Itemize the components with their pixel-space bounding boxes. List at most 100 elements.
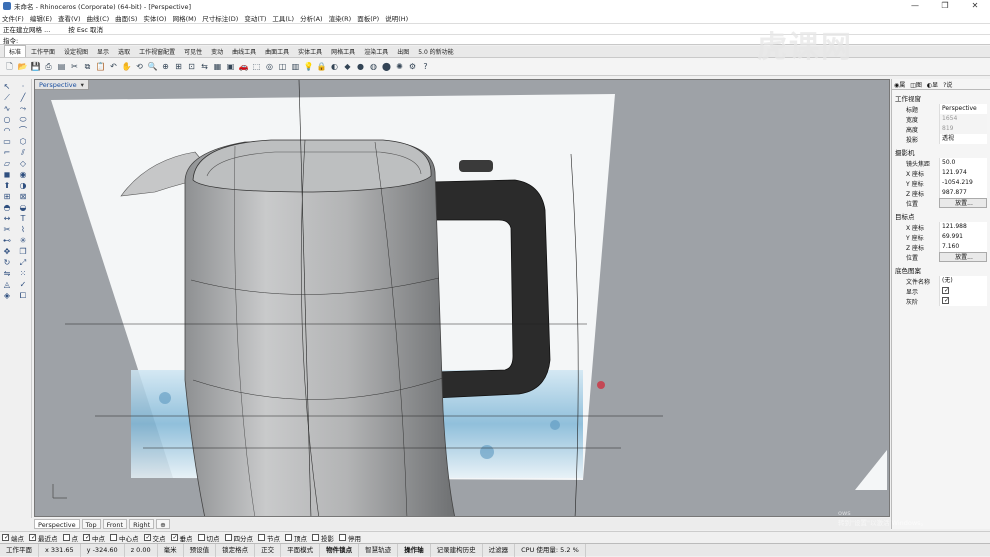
osnap-mid[interactable]: 中点 bbox=[83, 533, 105, 543]
viewport-menu-caret-icon[interactable]: ▾ bbox=[81, 81, 84, 89]
zoom-extents-icon[interactable]: ⊞ bbox=[173, 61, 184, 72]
new-file-icon[interactable]: 🗋 bbox=[4, 61, 15, 72]
point-icon[interactable]: · bbox=[17, 82, 29, 92]
box-icon[interactable]: ◼ bbox=[1, 170, 13, 180]
check-icon[interactable]: ✓ bbox=[17, 280, 29, 290]
paste-icon[interactable]: 📋 bbox=[95, 61, 106, 72]
prop-cam-y-value[interactable]: -1054.219 bbox=[939, 178, 987, 188]
zoom-window-icon[interactable]: ⊕ bbox=[160, 61, 171, 72]
scale-icon[interactable]: ⤢ bbox=[17, 258, 29, 268]
osnap-vertex[interactable]: 顶点 bbox=[285, 533, 307, 543]
close-button[interactable]: ✕ bbox=[960, 0, 990, 12]
help-icon[interactable]: ? bbox=[420, 61, 431, 72]
import-icon[interactable]: ▤ bbox=[56, 61, 67, 72]
menu-curve[interactable]: 曲线(C) bbox=[87, 13, 110, 23]
tab-front[interactable]: Front bbox=[102, 519, 128, 529]
undo-view-icon[interactable]: ⇆ bbox=[199, 61, 210, 72]
zoom-selected-icon[interactable]: ⊡ bbox=[186, 61, 197, 72]
checkbox[interactable] bbox=[258, 534, 265, 541]
menu-view[interactable]: 查看(V) bbox=[58, 13, 81, 23]
tab-transform[interactable]: 变动 bbox=[207, 46, 227, 57]
osnap-near[interactable]: 最近点 bbox=[29, 533, 58, 543]
menu-edit[interactable]: 编辑(E) bbox=[30, 13, 52, 23]
cplane-icon[interactable]: ▣ bbox=[225, 61, 236, 72]
status-grid-snap[interactable]: 锁定格点 bbox=[216, 543, 256, 557]
checkbox[interactable] bbox=[83, 534, 91, 541]
help-tab-icon[interactable]: ?说 bbox=[943, 80, 952, 89]
surface-icon[interactable]: ▱ bbox=[1, 159, 13, 169]
dimension-icon[interactable]: ↔ bbox=[1, 214, 13, 224]
tab-solid-tools[interactable]: 实体工具 bbox=[294, 46, 326, 57]
status-cplane[interactable]: 工作平面 bbox=[0, 543, 39, 557]
interp-curve-icon[interactable]: ⤳ bbox=[17, 104, 29, 114]
arc-icon[interactable]: ◠ bbox=[1, 126, 13, 136]
prop-lens-value[interactable]: 50.0 bbox=[939, 158, 987, 168]
pan-icon[interactable]: ✋ bbox=[121, 61, 132, 72]
tab-visibility[interactable]: 可见性 bbox=[180, 46, 206, 57]
status-filter[interactable]: 过滤器 bbox=[483, 543, 516, 557]
rotate-icon[interactable]: ↻ bbox=[1, 258, 13, 268]
tab-top[interactable]: Top bbox=[81, 519, 101, 529]
select-arrow-icon[interactable]: ↖ bbox=[1, 82, 13, 92]
tab-set-view[interactable]: 设定视图 bbox=[60, 46, 92, 57]
save-icon[interactable]: 💾 bbox=[30, 61, 41, 72]
select-icon[interactable]: ⬚ bbox=[251, 61, 262, 72]
mesh-edit-icon[interactable]: ⊠ bbox=[17, 192, 29, 202]
options-icon[interactable]: ⚙ bbox=[407, 61, 418, 72]
show-checkbox[interactable] bbox=[942, 287, 950, 294]
circle-icon[interactable]: ○ bbox=[1, 115, 13, 125]
group-icon[interactable]: ⧠ bbox=[17, 291, 29, 301]
copy-icon[interactable]: ⧉ bbox=[82, 61, 93, 72]
checkbox[interactable] bbox=[285, 534, 292, 541]
rendered-icon[interactable]: ⬤ bbox=[381, 61, 392, 72]
checkbox[interactable] bbox=[110, 534, 117, 541]
material-icon[interactable]: ◆ bbox=[342, 61, 353, 72]
properties-icon[interactable]: ▥ bbox=[290, 61, 301, 72]
target-place-button[interactable]: 放置... bbox=[939, 252, 987, 262]
analyze-icon[interactable]: ◬ bbox=[1, 280, 13, 290]
tab-cplanes[interactable]: 工作平面 bbox=[27, 46, 59, 57]
hide-icon[interactable]: ◐ bbox=[329, 61, 340, 72]
menu-mesh[interactable]: 网格(M) bbox=[173, 13, 197, 23]
viewport-canvas[interactable] bbox=[35, 80, 890, 517]
osnap-perp[interactable]: 垂点 bbox=[170, 533, 193, 543]
line-icon[interactable]: ╱ bbox=[17, 93, 29, 103]
copy-object-icon[interactable]: ❐ bbox=[17, 247, 29, 257]
menu-surface[interactable]: 曲面(S) bbox=[115, 13, 137, 23]
checkbox[interactable] bbox=[62, 534, 70, 541]
tab-perspective[interactable]: Perspective bbox=[34, 519, 80, 529]
viewport-title[interactable]: Perspective ▾ bbox=[35, 80, 89, 90]
menu-help[interactable]: 说明(H) bbox=[385, 13, 408, 23]
prop-target-x-value[interactable]: 121.988 bbox=[939, 222, 987, 232]
polygon-icon[interactable]: ⬡ bbox=[17, 137, 29, 147]
prop-cam-z-value[interactable]: 987.877 bbox=[939, 188, 987, 198]
snap-icon[interactable]: ◎ bbox=[264, 61, 275, 72]
checkbox[interactable] bbox=[170, 534, 179, 541]
osnap-project[interactable]: 投影 bbox=[312, 533, 334, 543]
osnap-quad[interactable]: 四分点 bbox=[224, 533, 253, 543]
checkbox[interactable] bbox=[224, 534, 232, 541]
mirror-icon[interactable]: ⇋ bbox=[1, 269, 13, 279]
checkbox[interactable] bbox=[29, 534, 37, 541]
prop-title-value[interactable]: Perspective bbox=[939, 104, 987, 114]
menu-panels[interactable]: 面板(P) bbox=[357, 13, 379, 23]
prop-target-z-value[interactable]: 7.160 bbox=[939, 242, 987, 252]
osnap-end[interactable]: 端点 bbox=[2, 533, 24, 543]
properties-tab-icon[interactable]: ◉属 bbox=[894, 80, 905, 89]
tab-new-in-v5[interactable]: 5.0 的新功能 bbox=[414, 46, 457, 57]
arc-3pt-icon[interactable]: ⌒ bbox=[17, 126, 29, 136]
checkbox[interactable] bbox=[143, 534, 152, 541]
tab-surface-tools[interactable]: 曲面工具 bbox=[261, 46, 293, 57]
status-ortho[interactable]: 正交 bbox=[255, 543, 282, 557]
osnap-tan[interactable]: 切点 bbox=[197, 533, 220, 543]
fillet-edge-icon[interactable]: ◓ bbox=[1, 203, 13, 213]
osnap-cen[interactable]: 中心点 bbox=[110, 533, 139, 543]
menu-transform[interactable]: 变动(T) bbox=[244, 13, 266, 23]
split-icon[interactable]: ⌇ bbox=[17, 225, 29, 235]
shaded-icon[interactable]: ◍ bbox=[368, 61, 379, 72]
tab-render-tools[interactable]: 渲染工具 bbox=[360, 46, 392, 57]
shell-icon[interactable]: ◒ bbox=[17, 203, 29, 213]
open-file-icon[interactable]: 📂 bbox=[17, 61, 28, 72]
light-icon[interactable]: 💡 bbox=[303, 61, 314, 72]
cut-icon[interactable]: ✂ bbox=[69, 61, 80, 72]
